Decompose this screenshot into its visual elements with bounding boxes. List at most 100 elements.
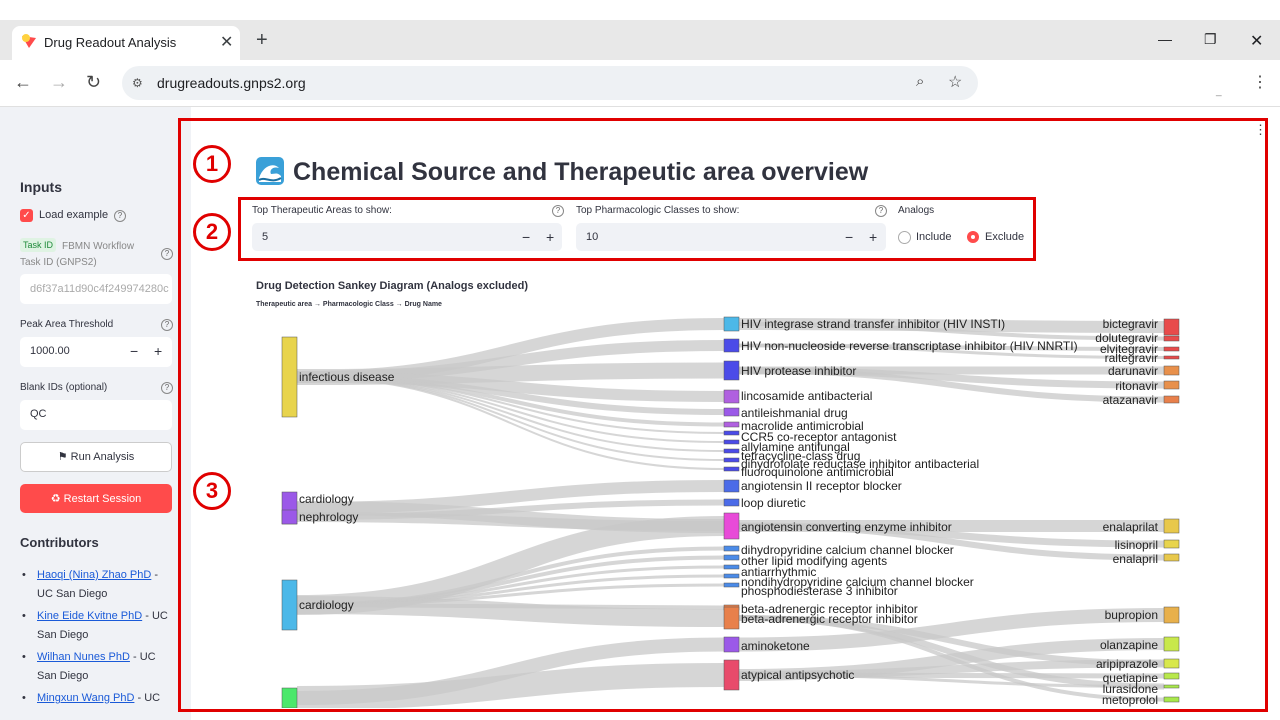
sankey-class-node[interactable] [723, 448, 740, 454]
help-icon[interactable]: ? [552, 205, 564, 217]
contributor-link[interactable]: Wilhan Nunes PhD [37, 651, 130, 663]
blank-ids-input[interactable]: QC [20, 400, 172, 430]
chart-subtitle: Therapeutic area → Pharmacologic Class →… [256, 301, 442, 308]
sankey-class-node[interactable] [723, 430, 740, 436]
exclude-radio[interactable] [967, 231, 979, 243]
sankey-class-node[interactable] [723, 421, 740, 428]
sankey-area-label: cardiology [299, 598, 354, 612]
back-icon[interactable]: ← [14, 72, 32, 93]
task-id-input[interactable]: d6f37a11d90c4f249974280c [20, 274, 172, 304]
url-text[interactable]: drugreadouts.gnps2.org [157, 75, 306, 91]
sankey-class-node[interactable] [723, 360, 740, 381]
sankey-class-node[interactable] [723, 457, 740, 463]
sankey-class-node[interactable] [723, 389, 740, 404]
sankey-class-node[interactable] [723, 407, 740, 417]
top-classes-decrement[interactable]: − [845, 229, 853, 245]
sankey-class-node[interactable] [723, 316, 740, 332]
sankey-class-node[interactable] [723, 582, 740, 588]
sankey-class-node[interactable] [723, 498, 740, 507]
sankey-class-node[interactable] [723, 554, 740, 561]
sankey-drug-node[interactable] [1163, 318, 1180, 336]
sankey-area-node[interactable] [281, 509, 298, 525]
contributors-list: • Haoqi (Nina) Zhao PhD - UC San Diego • Ki… [22, 566, 182, 708]
help-icon[interactable]: ? [875, 205, 887, 217]
contributor-affiliation: UC San Diego [37, 588, 108, 600]
sankey-drug-node[interactable] [1163, 658, 1180, 669]
sankey-class-node[interactable] [723, 606, 740, 630]
sankey-class-node[interactable] [723, 659, 740, 691]
tab-close-icon[interactable]: ✕ [220, 32, 233, 52]
sankey-class-node[interactable] [723, 545, 740, 552]
sankey-class-node[interactable] [723, 439, 740, 445]
browser-menu-icon[interactable]: ⋮ [1252, 72, 1268, 92]
peak-area-value: 1000.00 [30, 345, 70, 357]
sankey-area-node[interactable] [281, 687, 298, 708]
bookmark-star-icon[interactable]: ☆ [948, 72, 962, 92]
sankey-drug-node[interactable] [1163, 518, 1180, 534]
sankey-area-node[interactable] [281, 336, 298, 418]
peak-area-decrement[interactable]: − [130, 343, 138, 359]
sankey-drug-node[interactable] [1163, 696, 1180, 703]
sankey-class-label: beta-adrenergic receptor inhibitor [741, 612, 918, 626]
sankey-drug-node[interactable] [1163, 335, 1180, 342]
sankey-class-node[interactable] [723, 512, 740, 540]
sankey-area-node[interactable] [281, 579, 298, 631]
load-example-checkbox[interactable]: ✓ [20, 209, 33, 222]
sankey-area-label: cardiology [299, 492, 354, 506]
top-classes-input[interactable]: 10 [576, 223, 886, 251]
restore-icon[interactable]: ❐ [1204, 31, 1217, 48]
sankey-class-label: antileishmanial drug [741, 406, 848, 420]
profile-indicator-icon[interactable]: _ [1216, 86, 1222, 97]
sankey-drug-node[interactable] [1163, 672, 1180, 680]
run-analysis-button[interactable]: ⚑ Run Analysis [20, 442, 172, 472]
zoom-icon[interactable]: ⌕ [916, 73, 924, 90]
sankey-link [296, 663, 725, 708]
sankey-drug-node[interactable] [1163, 355, 1180, 360]
contributor-link[interactable]: Haoqi (Nina) Zhao PhD [37, 569, 151, 581]
sankey-drug-node[interactable] [1163, 606, 1180, 624]
sankey-class-node[interactable] [723, 564, 740, 570]
sankey-class-node[interactable] [723, 466, 740, 472]
help-icon[interactable]: ? [161, 248, 173, 260]
restart-session-button[interactable]: ♻ Restart Session [20, 484, 172, 513]
top-areas-decrement[interactable]: − [522, 229, 530, 245]
list-item: • Mingxun Wang PhD - UC [22, 692, 161, 704]
sankey-drug-node[interactable] [1163, 636, 1180, 652]
peak-area-label: Peak Area Threshold [20, 319, 114, 330]
sankey-diagram[interactable]: infectious disease cardiology nephrology ca… [252, 310, 1252, 708]
sankey-drug-node[interactable] [1163, 539, 1180, 549]
minimize-icon[interactable]: — [1158, 31, 1172, 47]
sankey-area-label: infectious disease [299, 370, 395, 384]
sankey-class-node[interactable] [723, 338, 740, 353]
top-classes-increment[interactable]: + [869, 229, 877, 245]
contributor-link[interactable]: Kine Eide Kvitne PhD [37, 610, 142, 622]
recycle-icon: ♻ [50, 493, 61, 505]
help-icon[interactable]: ? [161, 382, 173, 394]
peak-area-input[interactable]: 1000.00 [20, 337, 172, 367]
sankey-class-label: aminoketone [741, 639, 810, 653]
site-info-icon[interactable]: ⚙ [132, 76, 143, 90]
reload-icon[interactable]: ↻ [86, 72, 101, 93]
new-tab-button[interactable]: + [256, 29, 268, 52]
top-areas-input[interactable]: 5 [252, 223, 562, 251]
include-radio[interactable] [898, 231, 911, 244]
sankey-class-node[interactable] [723, 573, 740, 579]
sankey-drug-node[interactable] [1163, 365, 1180, 376]
window-close-icon[interactable]: ✕ [1250, 31, 1263, 51]
help-icon[interactable]: ? [161, 319, 173, 331]
sankey-class-label: angiotensin converting enzyme inhibitor [741, 520, 952, 534]
sankey-class-node[interactable] [723, 479, 740, 493]
sankey-drug-node[interactable] [1163, 380, 1180, 390]
sankey-drug-node[interactable] [1163, 346, 1180, 352]
sankey-drug-node[interactable] [1163, 684, 1180, 689]
contributor-link[interactable]: Mingxun Wang PhD [37, 692, 134, 704]
sankey-class-node[interactable] [723, 636, 740, 653]
sankey-drug-node[interactable] [1163, 553, 1180, 562]
peak-area-increment[interactable]: + [154, 343, 162, 359]
sankey-drug-node[interactable] [1163, 395, 1180, 404]
top-areas-increment[interactable]: + [546, 229, 554, 245]
sankey-class-label: HIV integrase strand transfer inhibitor … [741, 317, 1005, 331]
help-icon[interactable]: ? [114, 210, 126, 222]
forward-icon[interactable]: → [50, 72, 68, 93]
page-title: Chemical Source and Therapeutic area ove… [293, 158, 869, 186]
